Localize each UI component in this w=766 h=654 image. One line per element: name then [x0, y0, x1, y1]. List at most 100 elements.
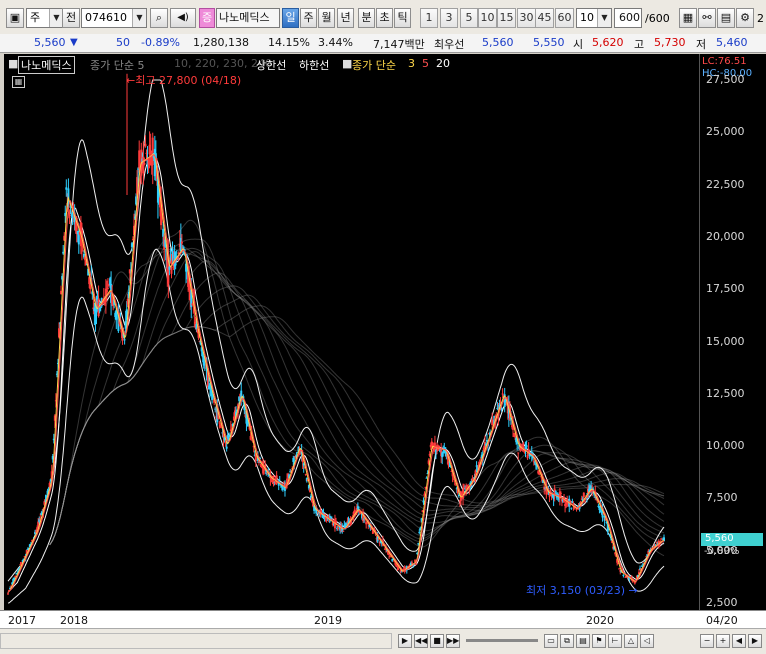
interval-button-5[interactable]: 5 [460, 8, 478, 28]
count-total: /600 [645, 12, 670, 25]
y-tick-label: 7,500 [706, 491, 738, 505]
legend-stock-name[interactable]: 나노메딕스 [18, 56, 75, 74]
chart-canvas [7, 73, 665, 604]
search-icon[interactable]: ⌕ [150, 8, 168, 28]
code-input[interactable]: 074610 ▼ [81, 8, 147, 28]
interval-button-10[interactable]: 10 [478, 8, 497, 28]
time-label-2020: 2020 [586, 614, 614, 627]
code-value: 074610 [85, 11, 127, 24]
horizontal-scrollbar[interactable] [0, 633, 392, 649]
down-arrow-icon: ▼ [70, 37, 78, 48]
y-tick-label: 20,000 [706, 229, 745, 243]
high-label: 고 [634, 38, 645, 51]
high-annotation: ←최고 27,800 (04/18) [126, 72, 241, 88]
candle-body [123, 339, 126, 341]
legend-square: ■ [8, 57, 19, 70]
current-price: 5,560 [34, 36, 66, 49]
high-annotation-text: 최고 27,800 (04/18) [135, 74, 242, 87]
save-icon[interactable]: ▤ [717, 8, 735, 28]
interval-button-3[interactable]: 3 [440, 8, 458, 28]
scroll-left-icon[interactable]: ◀ [732, 634, 746, 648]
flag-icon[interactable]: ⚑ [592, 634, 606, 648]
period-week-button[interactable]: 주 [300, 8, 317, 28]
volume-ratio: 14.15% [268, 36, 310, 49]
market-select[interactable]: 주 ▼ [26, 8, 64, 28]
y-tick-label: 17,500 [706, 282, 745, 296]
period-tick-button[interactable]: 틱 [394, 8, 411, 28]
time-label-2018: 2018 [60, 614, 88, 627]
interval-button-45[interactable]: 45 [535, 8, 554, 28]
candle-body [418, 531, 421, 533]
low-label: 저 [696, 38, 707, 51]
upper-limit-line [7, 79, 665, 582]
interval-select-value: 10 [580, 11, 594, 24]
table-icon[interactable]: ▦ [12, 76, 25, 88]
open-label: 시 [573, 38, 584, 51]
plus-icon[interactable]: + [716, 634, 730, 648]
candle-body [526, 454, 529, 459]
candle-body [7, 593, 9, 595]
count-input[interactable]: 600 [614, 8, 642, 28]
candle-body [559, 492, 562, 494]
legend-lower-limit: 하한선 [299, 59, 330, 72]
toolbar: ▣ 주 ▼ 전 074610 ▼ ⌕ ◀) 증 나노메딕스 일 주 월 년 분 … [0, 0, 766, 35]
prev-button[interactable]: 전 [62, 8, 80, 28]
y-tick-label: 27,500 [706, 73, 745, 86]
interval-button-1[interactable]: 1 [420, 8, 438, 28]
candle-body [582, 492, 585, 497]
lc-value: LC:76.51 [702, 56, 747, 67]
y-tick-label: 22,500 [706, 177, 745, 191]
stock-badge: 증 [199, 8, 215, 28]
interval-button-30[interactable]: 30 [517, 8, 536, 28]
fast-forward-icon[interactable]: ▶▶ [446, 634, 460, 648]
interval-select[interactable]: 10 ▼ [576, 8, 612, 28]
period-year-button[interactable]: 년 [337, 8, 354, 28]
period-month-button[interactable]: 월 [318, 8, 335, 28]
period-minute-button[interactable]: 분 [358, 8, 375, 28]
window-icon[interactable]: ▣ [6, 8, 24, 28]
high-price: 5,730 [654, 36, 686, 49]
interval-button-15[interactable]: 15 [497, 8, 516, 28]
price-scale[interactable]: LC:76.51 HC:-80.00 5,560 -0.89% 2,500 5,0… [699, 54, 766, 610]
rewind-icon[interactable]: ◀◀ [414, 634, 428, 648]
ma-ribbon-line [49, 251, 665, 546]
layout-icon[interactable]: ▭ [544, 634, 558, 648]
candle-body [180, 241, 183, 244]
zoom-slider[interactable] [466, 639, 538, 642]
ruler-icon[interactable]: ⊢ [608, 634, 622, 648]
ma5-line [7, 154, 665, 593]
y-tick-label: 25,000 [706, 125, 745, 139]
quote-bar: 5,560 ▼ 50 -0.89% 1,280,138 14.15% 3.44%… [0, 34, 766, 53]
link-icon[interactable]: ⚯ [698, 8, 716, 28]
period-day-button[interactable]: 일 [282, 8, 299, 28]
y-tick-label: 10,000 [706, 439, 745, 453]
speaker-icon[interactable]: ◀) [170, 8, 196, 28]
price-chart[interactable]: ■ 나노메딕스 종가 단순 5 10, 220, 230, 240 상한선 하한… [4, 54, 699, 610]
period-second-button[interactable]: 초 [376, 8, 393, 28]
candle-body [422, 500, 425, 503]
y-tick-label: 12,500 [706, 386, 745, 400]
candle-body [275, 475, 278, 479]
zoom-slider-left-icon[interactable]: ◁ [640, 634, 654, 648]
chevron-down-icon: ▼ [132, 9, 146, 27]
window-split-icon[interactable]: ▤ [576, 634, 590, 648]
grid-icon[interactable]: ▦ [679, 8, 697, 28]
ma3-line [7, 153, 665, 593]
volume: 1,280,138 [193, 36, 249, 49]
candle-body [342, 530, 345, 532]
stop-icon[interactable]: ■ [430, 634, 444, 648]
gear-icon[interactable]: ⚙ [736, 8, 754, 28]
candle-body [438, 446, 441, 448]
minus-icon[interactable]: − [700, 634, 714, 648]
candle-body [170, 267, 173, 274]
play-icon[interactable]: ▶ [398, 634, 412, 648]
copy-icon[interactable]: ⧉ [560, 634, 574, 648]
chevron-down-icon: ▼ [49, 9, 63, 27]
open-price: 5,620 [592, 36, 624, 49]
candle-body [281, 486, 284, 490]
interval-button-60[interactable]: 60 [555, 8, 574, 28]
alert-icon[interactable]: △ [624, 634, 638, 648]
scroll-right-icon[interactable]: ▶ [748, 634, 762, 648]
price-change: 50 [116, 36, 130, 49]
legend-close-ma: 종가 단순 [352, 59, 396, 72]
